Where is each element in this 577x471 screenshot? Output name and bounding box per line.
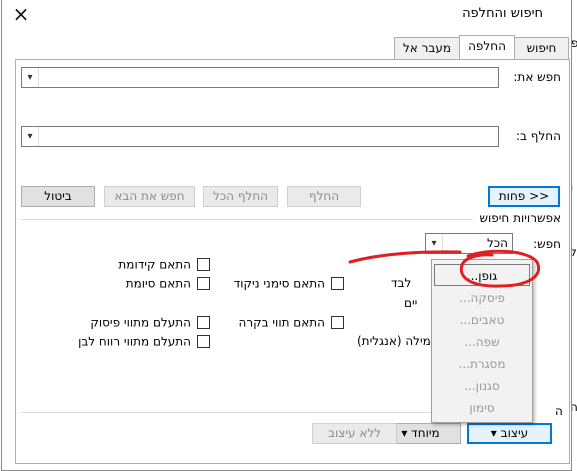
checkbox-box[interactable] (197, 335, 210, 348)
close-icon[interactable]: × (10, 2, 32, 26)
replace-button[interactable]: החלף (287, 186, 361, 207)
match-suffix-checkbox[interactable]: התאם סיומת (126, 276, 210, 292)
chevron-down-icon[interactable]: ▾ (22, 127, 39, 146)
title-bar: × חיפוש והחלפה (2, 0, 571, 30)
partial-option-text: לבד (391, 276, 412, 290)
menu-item-tabs[interactable]: טאבים... (434, 309, 530, 331)
tab-replace[interactable]: החלפה (459, 35, 515, 59)
replace-label: החלף ב: (516, 129, 561, 143)
search-scope-label: חפש: (533, 237, 561, 251)
checkbox-box[interactable] (331, 316, 344, 329)
menu-item-frame[interactable]: מסגרת... (434, 353, 530, 375)
match-prefix-checkbox[interactable]: התאם קידומת (118, 257, 210, 273)
find-replace-dialog: × חיפוש והחלפה חיפוש החלפה מעבר אל חפש א… (1, 0, 572, 471)
replace-all-button[interactable]: החלף הכל (203, 186, 278, 207)
dropdown-arrow-icon: ▾ (490, 426, 497, 440)
menu-item-font[interactable]: גופן... (434, 264, 530, 286)
tab-find[interactable]: חיפוש (514, 37, 569, 59)
checkbox-box[interactable] (197, 258, 210, 271)
menu-item-style[interactable]: סגנון... (434, 375, 530, 397)
options-divider (21, 219, 473, 220)
search-scope-select[interactable]: ▾ הכל (425, 233, 513, 254)
menu-item-highlight[interactable]: סימון (434, 397, 530, 419)
ignore-punctuation-checkbox[interactable]: התעלם מתווי פיסוק (90, 315, 210, 331)
checkbox-box[interactable] (197, 277, 210, 290)
checkbox-box[interactable] (197, 316, 210, 329)
find-next-button[interactable]: חפש את הבא (104, 186, 195, 207)
partial-option-text: מילה (אנגלית) (357, 334, 431, 348)
menu-item-language[interactable]: שפה... (434, 331, 530, 353)
menu-item-paragraph[interactable]: פיסקה... (434, 287, 530, 309)
cancel-button[interactable]: ביטול (21, 186, 95, 207)
match-diacritics-checkbox[interactable]: התאם סימני ניקוד (234, 276, 344, 292)
tab-goto[interactable]: מעבר אל (394, 37, 460, 59)
find-input[interactable]: ▾ (21, 67, 499, 88)
find-label: חפש את: (513, 70, 561, 84)
no-formatting-button[interactable]: ללא עיצוב (312, 423, 397, 444)
replace-input[interactable]: ▾ (21, 126, 499, 147)
ignore-whitespace-checkbox[interactable]: התעלם מתווי רווח לבן (78, 334, 210, 350)
match-kashida-checkbox[interactable]: התאם תווי בקרה (238, 315, 344, 331)
chevron-down-icon[interactable]: ▾ (426, 234, 443, 253)
format-divider (21, 412, 431, 413)
chevron-down-icon[interactable]: ▾ (22, 68, 39, 87)
less-button[interactable]: << פחות (488, 186, 560, 207)
format-button[interactable]: עיצוב ▾ (467, 423, 552, 444)
checkbox-box[interactable] (331, 277, 344, 290)
format-menu: גופן... פיסקה... טאבים... שפה... מסגרת..… (431, 259, 533, 423)
window-title: חיפוש והחלפה (462, 6, 543, 21)
partial-option-text: ה (555, 404, 563, 418)
partial-option-text: יים (404, 296, 418, 310)
search-options-header: אפשרויות חיפוש (479, 211, 561, 225)
dropdown-arrow-icon: ▾ (401, 426, 408, 440)
